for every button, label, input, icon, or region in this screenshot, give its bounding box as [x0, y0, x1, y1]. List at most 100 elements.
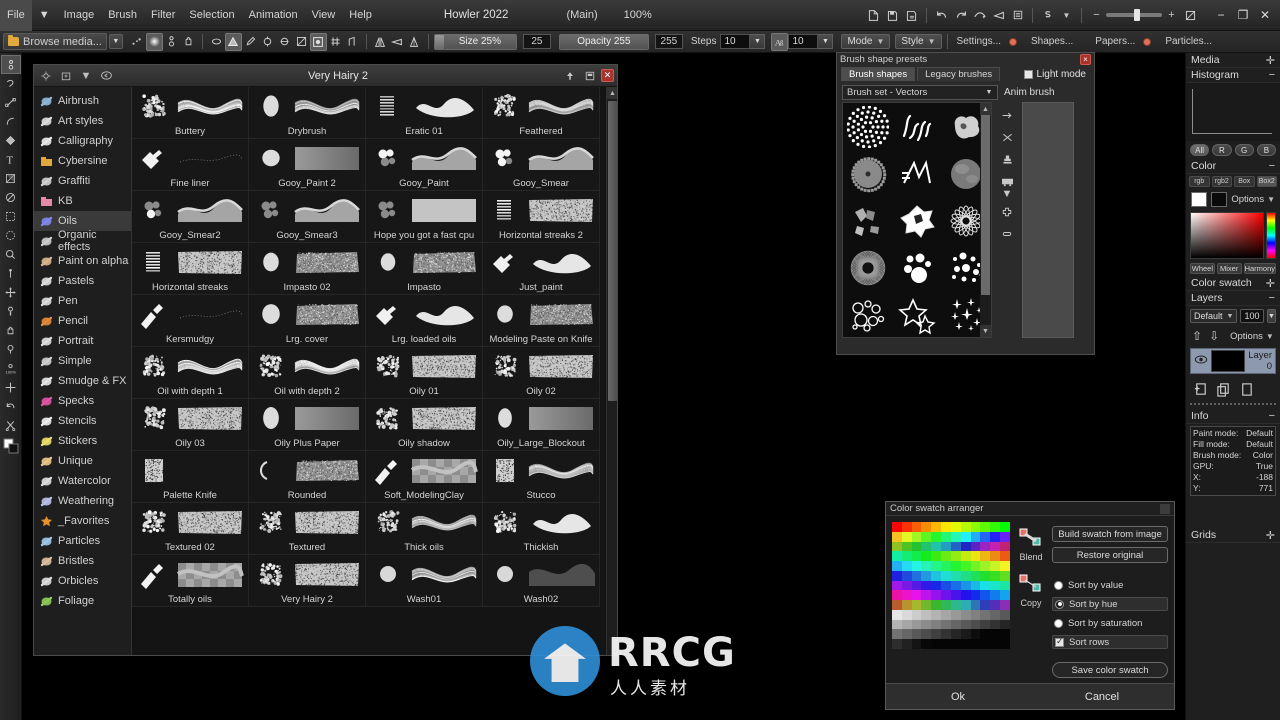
color-swatch-cell[interactable]: [921, 639, 932, 649]
brush-set-select[interactable]: Brush set - Vectors ▼: [842, 85, 998, 100]
media-expand-icon[interactable]: ✛: [1266, 54, 1275, 67]
color-swatch-cell[interactable]: [1000, 639, 1010, 649]
color-swatch-cell[interactable]: [892, 541, 902, 552]
papers-link[interactable]: Papers...: [1091, 36, 1139, 47]
eraser-tool[interactable]: [1, 188, 21, 207]
color-swatch-cell[interactable]: [921, 619, 932, 630]
histogram-collapse-icon[interactable]: −: [1269, 69, 1275, 81]
list-icon[interactable]: [1008, 6, 1027, 25]
color-swatch-cell[interactable]: [980, 619, 991, 630]
tab-brush-shapes[interactable]: Brush shapes: [841, 67, 916, 81]
color-swatch-cell[interactable]: [990, 541, 1001, 552]
brush-item[interactable]: Oily Plus Paper: [249, 399, 366, 451]
brush-item[interactable]: Lrg. cover: [249, 295, 366, 347]
color-swatch-cell[interactable]: [921, 531, 932, 542]
color-swatch-cell[interactable]: [960, 561, 971, 571]
brush-item[interactable]: Wash01: [366, 555, 483, 607]
brush-category-portrait[interactable]: Portrait: [34, 331, 131, 351]
brush-shape-grid[interactable]: ▲ ▼: [842, 102, 992, 338]
color-swatch-cell[interactable]: [1000, 551, 1010, 562]
shape-scroll-up-icon[interactable]: ▲: [980, 103, 991, 115]
color-swatch-cell[interactable]: [970, 570, 981, 581]
steps-value[interactable]: 10: [720, 34, 751, 49]
brush-item[interactable]: Oil with depth 2: [249, 347, 366, 399]
color-swatch-cell[interactable]: [931, 600, 942, 610]
color-swatch-cell[interactable]: [950, 600, 961, 610]
brush-item[interactable]: Wash02: [483, 555, 600, 607]
color-swatch-cell[interactable]: [990, 561, 1001, 571]
brush-category-stencils[interactable]: Stencils: [34, 411, 131, 431]
rect-select-tool[interactable]: [1, 207, 21, 226]
brush-item[interactable]: Palette Knife: [132, 451, 249, 503]
background-color-swatch[interactable]: [1211, 192, 1228, 207]
color-swatch-cell[interactable]: [990, 531, 1001, 542]
color-swatch-cell[interactable]: [911, 600, 922, 610]
ok-button[interactable]: Ok: [886, 691, 1030, 703]
pencil-icon[interactable]: [242, 33, 259, 51]
color-swatch-cell[interactable]: [892, 629, 902, 640]
color-swatch-cell[interactable]: [950, 629, 961, 640]
folder-chevron-down-icon[interactable]: ▼: [77, 67, 95, 84]
flip-horizontal-icon[interactable]: [372, 33, 389, 51]
brush-item[interactable]: Impasto 02: [249, 243, 366, 295]
brush-item[interactable]: Buttery: [132, 87, 249, 139]
color-swatch-cell[interactable]: [911, 580, 922, 591]
info-collapse-icon[interactable]: −: [1269, 410, 1275, 422]
color-swatch-cell[interactable]: [921, 609, 932, 620]
redo-icon[interactable]: [951, 6, 970, 25]
color-swatch-cell[interactable]: [901, 551, 912, 562]
brush-category-paint-on-alpha[interactable]: Paint on alpha: [34, 251, 131, 271]
color-swatch-cell[interactable]: [901, 561, 912, 571]
color-swatch-cell[interactable]: [970, 551, 981, 562]
brush-item[interactable]: Horizontal streaks 2: [483, 191, 600, 243]
color-swatch-cell[interactable]: [901, 619, 912, 630]
brush-item[interactable]: Horizontal streaks: [132, 243, 249, 295]
jitter-value[interactable]: 10: [788, 34, 819, 49]
color-swatch-cell[interactable]: [990, 639, 1001, 649]
channel-all-button[interactable]: All: [1190, 144, 1210, 156]
color-swatch-cell[interactable]: [950, 541, 961, 552]
color-swatch-cell[interactable]: [960, 522, 971, 532]
brush-category-unique[interactable]: Unique: [34, 451, 131, 471]
menu-item-file[interactable]: File: [0, 0, 32, 31]
brush-item[interactable]: Very Hairy 2: [249, 555, 366, 607]
crosshair-tool[interactable]: [1, 378, 21, 397]
color-swatch-cell[interactable]: [990, 629, 1001, 640]
brush-browser-close-button[interactable]: ✕: [601, 69, 614, 82]
curve-tool[interactable]: [1, 112, 21, 131]
brush-category-calligraphy[interactable]: Calligraphy: [34, 131, 131, 151]
brush-category-simple[interactable]: Simple: [34, 351, 131, 371]
brush-item[interactable]: Oily 02: [483, 347, 600, 399]
color-swatch-cell[interactable]: [960, 570, 971, 581]
color-swatch-cell[interactable]: [892, 590, 902, 601]
noise-icon[interactable]: [293, 33, 310, 51]
menu-file-dropdown-icon[interactable]: ▼: [32, 0, 57, 31]
color-swatch-cell[interactable]: [931, 522, 942, 532]
channel-b-button[interactable]: B: [1256, 144, 1276, 156]
color-swatch-cell[interactable]: [931, 531, 942, 542]
brush-item[interactable]: Hope you got a fast cpu: [366, 191, 483, 243]
color-swatch-cell[interactable]: [941, 570, 951, 581]
grid-icon[interactable]: [327, 33, 344, 51]
brush-category-cybersine[interactable]: Cybersine: [34, 151, 131, 171]
color-swatch-cell[interactable]: [1000, 561, 1010, 571]
sort-by-value-radio[interactable]: Sort by value: [1052, 578, 1168, 592]
fullscreen-icon[interactable]: [1181, 6, 1200, 25]
settings-gear-icon[interactable]: [37, 67, 55, 84]
layer-visibility-eye-icon[interactable]: [1191, 355, 1211, 367]
opacity-value[interactable]: 255: [654, 34, 683, 49]
color-swatch-cell[interactable]: [901, 600, 912, 610]
pin-tool[interactable]: [1, 264, 21, 283]
text-tool[interactable]: T: [1, 150, 21, 169]
bucket-tool[interactable]: [1, 131, 21, 150]
pin-icon[interactable]: [561, 67, 579, 84]
brush-category-kb[interactable]: KB: [34, 191, 131, 211]
brush-item[interactable]: Just_paint: [483, 243, 600, 295]
shape-scroll-down-icon[interactable]: ▼: [980, 325, 991, 337]
blur-icon[interactable]: [276, 33, 293, 51]
color-swatch-cell[interactable]: [970, 619, 981, 630]
undo-tool[interactable]: [1, 397, 21, 416]
back-icon[interactable]: [97, 67, 115, 84]
snapshot-dropdown-icon[interactable]: ▼: [1057, 6, 1076, 25]
browse-media-button[interactable]: Browse media...: [3, 33, 107, 50]
